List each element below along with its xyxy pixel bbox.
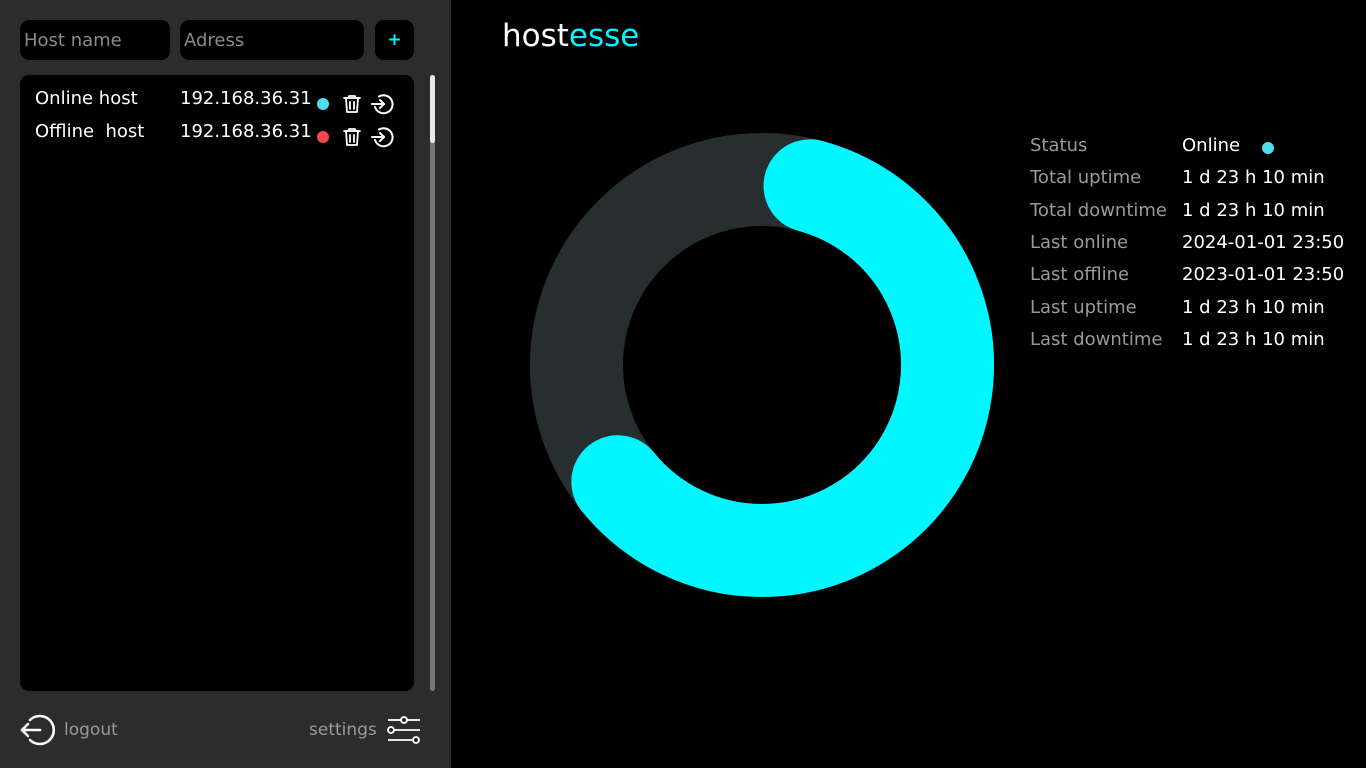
stat-value: 1 d 23 h 10 min [1182, 200, 1325, 221]
logo-part-host: host [502, 18, 569, 54]
logout-label: logout [64, 720, 118, 740]
host-name: Offline host [35, 121, 145, 142]
status-dot [317, 131, 329, 143]
uptime-donut-chart [530, 133, 994, 597]
enter-host-icon[interactable] [370, 92, 394, 116]
stat-label: Total downtime [1030, 200, 1167, 221]
logout-icon [20, 714, 56, 746]
app-logo: hostesse [502, 18, 639, 54]
host-address: 192.168.36.31 [180, 121, 312, 142]
stat-value: Online [1182, 135, 1241, 156]
scrollbar[interactable] [430, 75, 435, 691]
stat-row: Last uptime 1 d 23 h 10 min [1030, 294, 1360, 324]
stat-row-status: Status Online [1030, 132, 1360, 162]
stat-value: 2024-01-01 23:50 [1182, 232, 1345, 253]
status-dot [317, 98, 329, 110]
stat-label: Last online [1030, 232, 1129, 253]
stat-row: Last offline 2023-01-01 23:50 [1030, 261, 1360, 291]
enter-host-icon[interactable] [370, 125, 394, 149]
stat-label: Status [1030, 135, 1088, 156]
add-host-button[interactable]: + [375, 20, 414, 60]
logo-part-esse: esse [568, 18, 640, 54]
logout-button[interactable]: logout [20, 712, 118, 748]
status-dot [1262, 142, 1274, 154]
stat-value: 1 d 23 h 10 min [1182, 297, 1325, 318]
stat-label: Total uptime [1030, 167, 1142, 188]
stat-row: Last downtime 1 d 23 h 10 min [1030, 326, 1360, 356]
host-row[interactable]: Online host 192.168.36.31 [20, 81, 414, 116]
host-address-input[interactable] [180, 20, 364, 60]
stat-row: Total downtime 1 d 23 h 10 min [1030, 197, 1360, 227]
sidebar: + Online host 192.168.36.31 Offline host… [0, 0, 451, 768]
stat-value: 2023-01-01 23:50 [1182, 264, 1345, 285]
trash-icon[interactable] [340, 92, 364, 116]
trash-icon[interactable] [340, 125, 364, 149]
stat-row: Total uptime 1 d 23 h 10 min [1030, 164, 1360, 194]
stat-value: 1 d 23 h 10 min [1182, 329, 1325, 350]
settings-sliders-icon [386, 716, 420, 744]
settings-button[interactable]: settings [309, 712, 421, 748]
host-name: Online host [35, 88, 138, 109]
host-name-input[interactable] [20, 20, 170, 60]
scrollbar-thumb[interactable] [430, 75, 435, 143]
stat-label: Last uptime [1030, 297, 1137, 318]
stat-value: 1 d 23 h 10 min [1182, 167, 1325, 188]
stat-label: Last downtime [1030, 329, 1163, 350]
host-address: 192.168.36.31 [180, 88, 312, 109]
settings-label: settings [309, 720, 377, 740]
stat-row: Last online 2024-01-01 23:50 [1030, 229, 1360, 259]
stat-label: Last offline [1030, 264, 1130, 285]
host-row[interactable]: Offline host 192.168.36.31 [20, 114, 414, 149]
host-list: Online host 192.168.36.31 Offline host 1… [20, 75, 414, 691]
